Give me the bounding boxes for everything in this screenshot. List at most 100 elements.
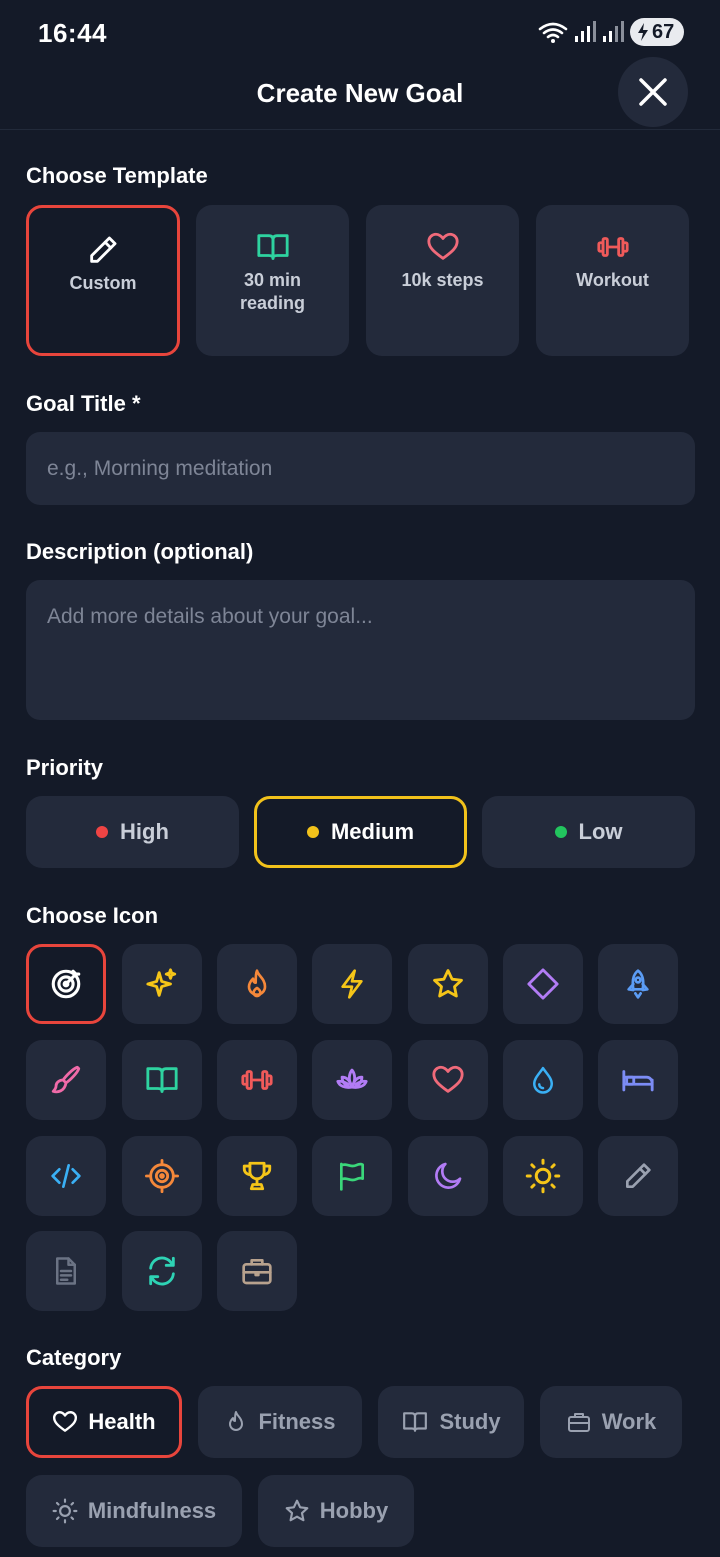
category-chip-label: Study [439, 1409, 501, 1434]
sparkles-icon [145, 967, 179, 1001]
dumbbell-icon [594, 229, 632, 265]
battery-level: 67 [652, 20, 675, 43]
status-time: 16:44 [38, 18, 107, 48]
sun-icon [52, 1498, 78, 1524]
flame-icon [224, 1409, 248, 1435]
icon-option-book[interactable] [122, 1040, 202, 1120]
priority-high-button[interactable]: High [26, 796, 239, 868]
priority-medium-button[interactable]: Medium [254, 796, 467, 868]
page-title: Create New Goal [256, 78, 464, 108]
icon-option-target[interactable] [26, 944, 106, 1024]
icon-option-droplet[interactable] [503, 1040, 583, 1120]
icon-option-paintbrush[interactable] [26, 1040, 106, 1120]
paintbrush-icon [49, 1063, 83, 1097]
icon-option-pencil[interactable] [598, 1136, 678, 1216]
icon-option-crosshair[interactable] [122, 1136, 202, 1216]
icon-option-flag[interactable] [312, 1136, 392, 1216]
star-icon [431, 967, 465, 1001]
flag-icon [336, 1159, 368, 1193]
close-icon [638, 77, 668, 107]
template-label: 10k steps [401, 270, 484, 290]
icon-option-bed[interactable] [598, 1040, 678, 1120]
icon-option-dumbbell[interactable] [217, 1040, 297, 1120]
diamond-icon [526, 967, 560, 1001]
category-study-chip[interactable]: Study [378, 1386, 524, 1458]
book-icon [144, 1063, 180, 1097]
briefcase-icon [566, 1410, 592, 1434]
icon-option-document[interactable] [26, 1231, 106, 1311]
template-10k-steps[interactable]: 10k steps [366, 205, 519, 356]
header: Create New Goal [0, 57, 720, 130]
crosshair-icon [145, 1159, 179, 1193]
priority-dot [306, 826, 319, 838]
icon-option-star[interactable] [408, 944, 488, 1024]
lotus-icon [334, 1063, 370, 1097]
refresh-icon [145, 1254, 179, 1288]
book-icon [401, 1409, 429, 1435]
star-icon [284, 1498, 310, 1524]
close-button[interactable] [618, 57, 688, 127]
pencil-icon [622, 1160, 654, 1192]
rocket-icon [622, 967, 654, 1001]
template-label: Workout [576, 270, 649, 290]
icon-option-code[interactable] [26, 1136, 106, 1216]
bed-icon [619, 1063, 657, 1097]
template-section-label: Choose Template [26, 163, 208, 188]
category-chip-label: Mindfulness [87, 1498, 217, 1523]
description-label: Description (optional) [26, 539, 254, 564]
category-fitness-chip[interactable]: Fitness [198, 1386, 362, 1458]
book-icon [255, 229, 291, 265]
moon-icon [432, 1159, 464, 1193]
pencil-icon [86, 232, 120, 268]
icon-option-diamond[interactable] [503, 944, 583, 1024]
description-input[interactable] [26, 580, 695, 720]
goal-title-input[interactable] [26, 432, 695, 505]
category-mindfulness-chip[interactable]: Mindfulness [26, 1475, 242, 1547]
priority-label: Priority [26, 755, 104, 780]
battery-bolt-icon [636, 22, 650, 42]
template-label: 30 min reading [239, 270, 305, 313]
status-bar: 16:44 67 [0, 0, 720, 64]
category-chip-label: Fitness [258, 1409, 336, 1434]
icon-option-heart[interactable] [408, 1040, 488, 1120]
template-label: Custom [69, 273, 137, 293]
priority-dot [96, 826, 109, 838]
template-workout[interactable]: Workout [536, 205, 689, 356]
code-icon [48, 1160, 84, 1192]
heart-icon [52, 1409, 78, 1435]
category-chip-label: Work [601, 1409, 657, 1434]
icon-option-sparkles[interactable] [122, 944, 202, 1024]
template-custom[interactable]: Custom [26, 205, 180, 356]
category-hobby-chip[interactable]: Hobby [258, 1475, 414, 1547]
category-chip-label: Health [88, 1409, 156, 1434]
battery-indicator: 67 [630, 18, 684, 46]
icon-option-rocket[interactable] [598, 944, 678, 1024]
icon-option-flame[interactable] [217, 944, 297, 1024]
icon-option-refresh[interactable] [122, 1231, 202, 1311]
wifi-icon [538, 20, 568, 44]
goal-title-label: Goal Title * [26, 391, 141, 416]
icon-option-trophy[interactable] [217, 1136, 297, 1216]
priority-dot [554, 826, 567, 838]
priority-label-text: Low [578, 819, 623, 844]
icon-option-lightning[interactable] [312, 944, 392, 1024]
template-30-min-reading[interactable]: 30 min reading [196, 205, 349, 356]
icon-option-sun[interactable] [503, 1136, 583, 1216]
signal-icon-secondary [602, 20, 624, 44]
document-icon [51, 1254, 81, 1288]
category-label: Category [26, 1345, 122, 1370]
category-work-chip[interactable]: Work [540, 1386, 682, 1458]
priority-low-button[interactable]: Low [482, 796, 695, 868]
lightning-icon [336, 967, 368, 1001]
briefcase-icon [240, 1255, 274, 1287]
droplet-icon [528, 1063, 558, 1097]
icon-option-lotus[interactable] [312, 1040, 392, 1120]
category-chip-label: Hobby [319, 1498, 389, 1523]
category-health-chip[interactable]: Health [26, 1386, 182, 1458]
target-icon [49, 967, 83, 1001]
icon-option-moon[interactable] [408, 1136, 488, 1216]
icon-option-briefcase[interactable] [217, 1231, 297, 1311]
priority-label-text: Medium [330, 819, 415, 844]
priority-label-text: High [120, 819, 169, 844]
icon-section-label: Choose Icon [26, 903, 159, 928]
